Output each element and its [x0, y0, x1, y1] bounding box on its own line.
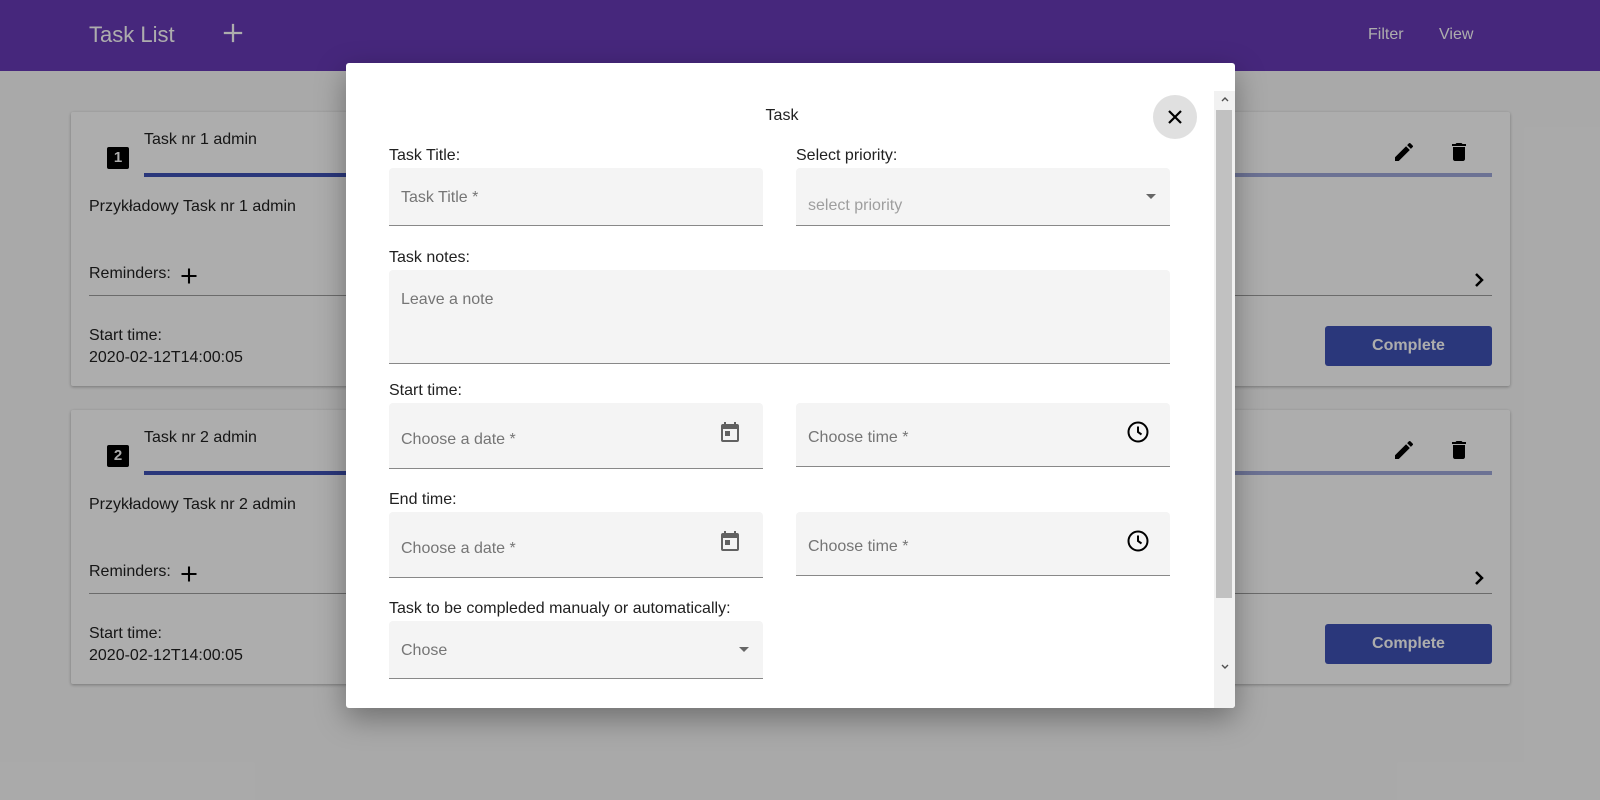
task-notes-textarea[interactable]: Leave a note: [389, 270, 1170, 364]
task-title-placeholder: Task Title *: [401, 189, 479, 206]
task-dialog: Task Task Title: Task Title * Select pri…: [346, 63, 1235, 708]
end-time-placeholder: Choose time *: [808, 538, 909, 555]
clock-icon[interactable]: [1126, 420, 1150, 444]
priority-select[interactable]: select priority: [796, 168, 1170, 226]
start-time-placeholder: Choose time *: [808, 429, 909, 446]
task-notes-label: Task notes:: [389, 249, 470, 266]
scroll-down-arrow-icon[interactable]: [1219, 661, 1231, 673]
calendar-icon[interactable]: [718, 420, 742, 444]
notes-placeholder: Leave a note: [401, 291, 494, 308]
completion-mode-label: Task to be compleded manualy or automati…: [389, 600, 731, 617]
end-time-label: End time:: [389, 491, 457, 508]
task-title-label: Task Title:: [389, 147, 461, 164]
end-time-input[interactable]: Choose time *: [796, 512, 1170, 576]
dropdown-caret-icon: [1146, 194, 1156, 199]
task-title-input[interactable]: Task Title *: [389, 168, 763, 226]
priority-label: Select priority:: [796, 147, 898, 164]
end-date-input[interactable]: Choose a date *: [389, 512, 763, 578]
clock-icon[interactable]: [1126, 529, 1150, 553]
close-icon: [1168, 110, 1182, 124]
scroll-up-arrow-icon[interactable]: [1219, 93, 1231, 105]
mode-placeholder: Chose: [401, 642, 448, 659]
end-date-placeholder: Choose a date *: [401, 540, 516, 557]
dialog-title: Task: [765, 107, 799, 124]
calendar-icon[interactable]: [718, 529, 742, 553]
completion-mode-select[interactable]: Chose: [389, 621, 763, 679]
start-date-input[interactable]: Choose a date *: [389, 403, 763, 469]
priority-placeholder: select priority: [808, 197, 903, 214]
start-time-input[interactable]: Choose time *: [796, 403, 1170, 467]
dropdown-caret-icon: [739, 647, 749, 652]
scrollbar-thumb[interactable]: [1216, 110, 1232, 598]
start-time-label: Start time:: [389, 382, 462, 399]
start-date-placeholder: Choose a date *: [401, 431, 516, 448]
close-button[interactable]: [1153, 95, 1197, 139]
